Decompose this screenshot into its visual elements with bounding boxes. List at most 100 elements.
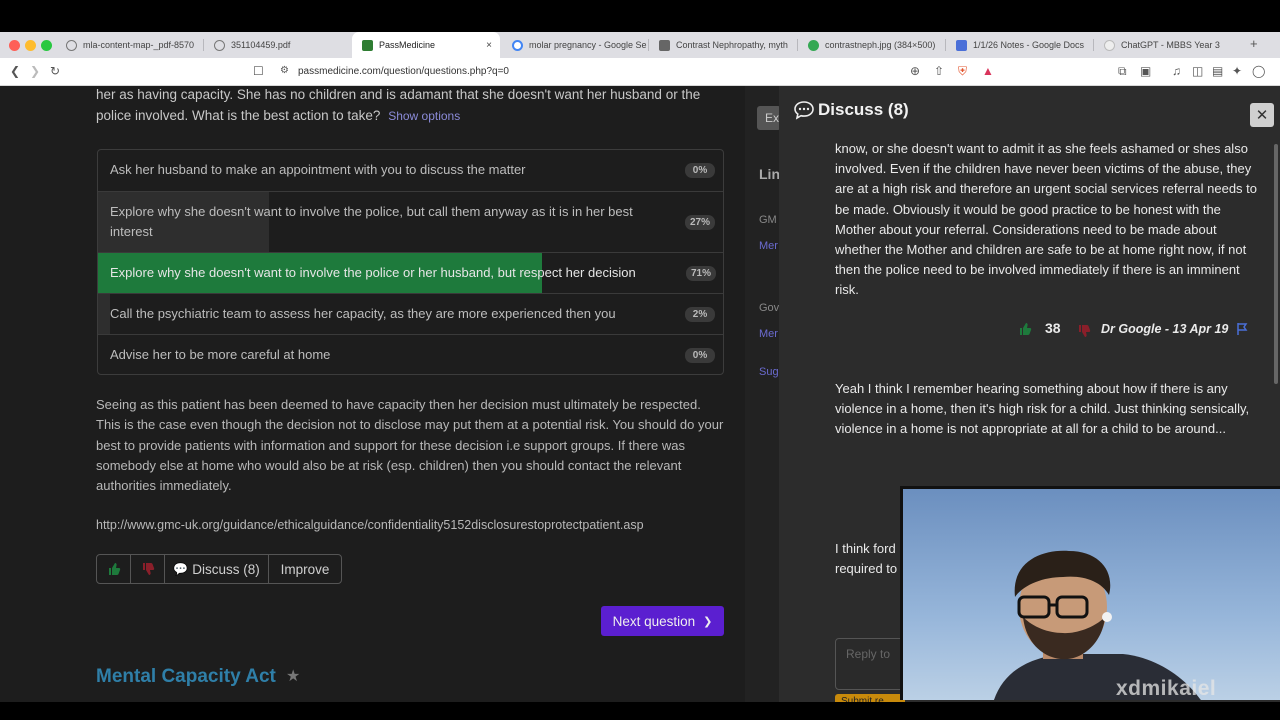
downvote-button[interactable]: [130, 554, 165, 584]
tab-label: ChatGPT - MBBS Year 3: [1121, 40, 1220, 50]
google-favicon-icon: [512, 39, 523, 51]
zoom-icon[interactable]: ⊕: [910, 64, 920, 78]
answer-percent-badge: 27%: [685, 215, 715, 230]
answer-option[interactable]: Call the psychiatric team to assess her …: [98, 293, 723, 334]
globe-icon: [214, 39, 225, 51]
discuss-scrollbar[interactable]: [1274, 144, 1278, 384]
comment-text: know, or she doesn't want to admit it as…: [835, 141, 1258, 298]
tab-label: mla-content-map-_pdf-8570: [83, 40, 195, 50]
discuss-panel-title: Discuss (8): [818, 100, 909, 119]
comment-author: Dr Google - 13 Apr 19: [1101, 322, 1229, 336]
passmedicine-favicon-icon: [362, 39, 373, 51]
new-tab-button[interactable]: +: [1250, 36, 1258, 51]
browser-tab[interactable]: contrastneph.jpg (384×500): [798, 32, 944, 58]
discuss-button[interactable]: 💬 Discuss (8): [164, 554, 269, 584]
thumbs-down-icon: [142, 563, 154, 575]
explanation-text: Seeing as this patient has been deemed t…: [96, 397, 724, 494]
upvote-button[interactable]: [96, 554, 131, 584]
thumbs-down-icon[interactable]: [1077, 324, 1091, 338]
brave-rewards-icon[interactable]: ▲: [982, 64, 994, 78]
minimize-window-button[interactable]: [25, 40, 36, 51]
bottom-bar: [0, 702, 1280, 720]
share-icon[interactable]: ⇧: [934, 64, 944, 78]
action-buttons: 💬 Discuss (8) Improve: [96, 554, 342, 584]
browser-tab[interactable]: 1/1/26 Notes - Google Docs: [946, 32, 1092, 58]
address-bar[interactable]: passmedicine.com/question/questions.php?…: [298, 66, 509, 77]
answer-text: Explore why she doesn't want to involve …: [110, 265, 636, 280]
answer-option[interactable]: Explore why she doesn't want to involve …: [98, 191, 723, 252]
google-docs-favicon-icon: [956, 39, 967, 51]
reference-link[interactable]: http://www.gmc-uk.org/guidance/ethicalgu…: [96, 518, 644, 532]
leo-ai-icon[interactable]: ✦: [1232, 64, 1242, 78]
answer-percent-badge: 2%: [685, 307, 715, 322]
tab-label: Contrast Nephropathy, myth: [676, 40, 788, 50]
answer-option[interactable]: Ask her husband to make an appointment w…: [98, 150, 723, 191]
thumbs-up-icon[interactable]: [1018, 322, 1032, 336]
extensions-icon[interactable]: ⧉: [1118, 64, 1127, 78]
bookmark-icon[interactable]: ☐: [253, 64, 264, 78]
answer-percent-badge: 0%: [685, 348, 715, 363]
chevron-right-icon: ❯: [703, 615, 713, 628]
show-options-link[interactable]: Show options: [388, 109, 460, 123]
next-question-label: Next question: [612, 613, 696, 629]
browser-toolbar: ❮ ❯ ↻ ☐ ⚙ passmedicine.com/question/ques…: [0, 58, 1280, 86]
speech-bubble-icon: 💬: [173, 562, 189, 576]
discuss-label: Discuss (8): [192, 561, 260, 577]
comment-score: 38: [1045, 320, 1061, 336]
reload-icon[interactable]: ↻: [50, 64, 60, 78]
browser-tab[interactable]: ChatGPT - MBBS Year 3: [1094, 32, 1240, 58]
star-icon[interactable]: ★: [286, 666, 300, 686]
answer-option[interactable]: Advise her to be more careful at home 0%: [98, 334, 723, 374]
webcam-overlay: [900, 486, 1280, 700]
tab-label: 1/1/26 Notes - Google Docs: [973, 40, 1085, 50]
browser-tab[interactable]: molar pregnancy - Google Se: [502, 32, 648, 58]
close-tab-icon[interactable]: ×: [486, 40, 492, 51]
brave-shield-icon[interactable]: ⛨: [958, 64, 967, 78]
answer-text: Ask her husband to make an appointment w…: [110, 162, 526, 177]
answer-text: Advise her to be more careful at home: [110, 347, 331, 362]
next-question-button[interactable]: Next question ❯: [601, 606, 724, 636]
tab-label: molar pregnancy - Google Se: [529, 40, 647, 50]
discuss-panel-header: Discuss (8): [793, 100, 909, 120]
watermark: xdmikaiel: [1116, 677, 1217, 700]
site-info-icon[interactable]: ⚙: [280, 64, 289, 78]
chatgpt-favicon-icon: [1104, 39, 1115, 51]
zoom-window-button[interactable]: [41, 40, 52, 51]
tab-label: 351104459.pdf: [231, 40, 291, 50]
answer-option-correct[interactable]: Explore why she doesn't want to involve …: [98, 252, 723, 293]
globe-icon: [66, 39, 77, 51]
flag-icon[interactable]: [1235, 322, 1249, 336]
image-favicon-icon: [808, 39, 819, 51]
browser-tab[interactable]: Contrast Nephropathy, myth: [649, 32, 795, 58]
section-title[interactable]: Mental Capacity Act: [96, 666, 276, 688]
reply-placeholder: Reply to: [846, 647, 891, 661]
comment-text: Yeah I think I remember hearing somethin…: [835, 381, 1250, 437]
sidebar-icon[interactable]: ◫: [1192, 64, 1203, 78]
forward-icon[interactable]: ❯: [30, 64, 40, 78]
browser-tab[interactable]: 351104459.pdf: [204, 32, 350, 58]
tab-label: contrastneph.jpg (384×500): [825, 40, 936, 50]
submit-reply-button[interactable]: Submit re...: [835, 694, 905, 702]
explanation-tab[interactable]: Ex: [757, 106, 781, 130]
close-window-button[interactable]: [9, 40, 20, 51]
browser-tab[interactable]: mla-content-map-_pdf-8570: [56, 32, 202, 58]
close-panel-button[interactable]: ✕: [1250, 103, 1274, 127]
media-icon[interactable]: ♫: [1172, 64, 1181, 78]
site-favicon-icon: [659, 39, 670, 51]
screen: mla-content-map-_pdf-8570 351104459.pdf …: [0, 0, 1280, 720]
tab-label: PassMedicine: [379, 40, 436, 50]
back-icon[interactable]: ❮: [10, 64, 20, 78]
vpn-icon[interactable]: ◯: [1252, 64, 1265, 78]
improve-button[interactable]: Improve: [268, 554, 342, 584]
speech-bubble-icon: [794, 101, 814, 120]
answer-percent-badge: 71%: [686, 266, 716, 281]
wallet-icon[interactable]: ▤: [1212, 64, 1223, 78]
thumbs-up-icon: [108, 563, 120, 575]
presenter-video: [903, 489, 1280, 700]
browser-tab-active[interactable]: PassMedicine ×: [352, 32, 500, 58]
answer-percent-badge: 0%: [685, 163, 715, 178]
browser-tab-bar: mla-content-map-_pdf-8570 351104459.pdf …: [0, 32, 1280, 58]
answer-percent-bar: [98, 294, 110, 334]
screenshot-icon[interactable]: ▣: [1140, 64, 1151, 78]
answer-list: Ask her husband to make an appointment w…: [97, 149, 724, 375]
